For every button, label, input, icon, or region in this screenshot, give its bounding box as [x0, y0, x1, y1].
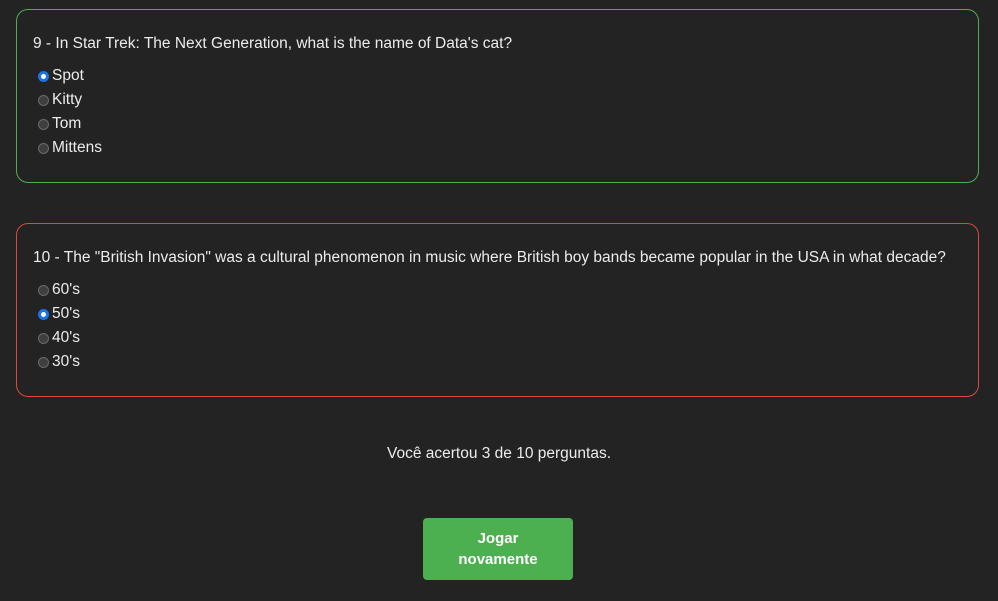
- radio-button[interactable]: [38, 94, 49, 106]
- answer-options: 60's 50's 40's 30's: [33, 278, 963, 374]
- answer-label[interactable]: 40's: [52, 329, 80, 347]
- radio-button[interactable]: [38, 284, 49, 296]
- answer-label[interactable]: 60's: [52, 281, 80, 299]
- answer-label[interactable]: Mittens: [52, 139, 102, 157]
- answer-option-spot[interactable]: Spot: [33, 64, 963, 88]
- radio-button[interactable]: [38, 356, 49, 368]
- question-card-9: 9 - In Star Trek: The Next Generation, w…: [16, 9, 979, 183]
- question-text: 9 - In Star Trek: The Next Generation, w…: [33, 35, 513, 52]
- answer-option-40s[interactable]: 40's: [33, 326, 963, 350]
- question-text: 10 - The "British Invasion" was a cultur…: [33, 249, 946, 266]
- question-card-10: 10 - The "British Invasion" was a cultur…: [16, 223, 979, 397]
- radio-button[interactable]: [38, 142, 49, 154]
- answer-option-kitty[interactable]: Kitty: [33, 88, 963, 112]
- answer-option-tom[interactable]: Tom: [33, 112, 963, 136]
- play-again-button[interactable]: Jogar novamente: [423, 518, 573, 580]
- radio-button-selected[interactable]: [38, 308, 49, 320]
- answer-label[interactable]: Kitty: [52, 91, 82, 109]
- answer-option-60s[interactable]: 60's: [33, 278, 963, 302]
- answer-label[interactable]: Spot: [52, 67, 84, 85]
- radio-button[interactable]: [38, 332, 49, 344]
- answer-options: Spot Kitty Tom Mittens: [33, 64, 963, 160]
- answer-label[interactable]: 50's: [52, 305, 80, 323]
- radio-button-selected[interactable]: [38, 70, 49, 82]
- score-result: Você acertou 3 de 10 perguntas.: [386, 445, 612, 462]
- radio-button[interactable]: [38, 118, 49, 130]
- answer-option-50s[interactable]: 50's: [33, 302, 963, 326]
- answer-option-30s[interactable]: 30's: [33, 350, 963, 374]
- answer-label[interactable]: 30's: [52, 353, 80, 371]
- answer-option-mittens[interactable]: Mittens: [33, 136, 963, 160]
- answer-label[interactable]: Tom: [52, 115, 81, 133]
